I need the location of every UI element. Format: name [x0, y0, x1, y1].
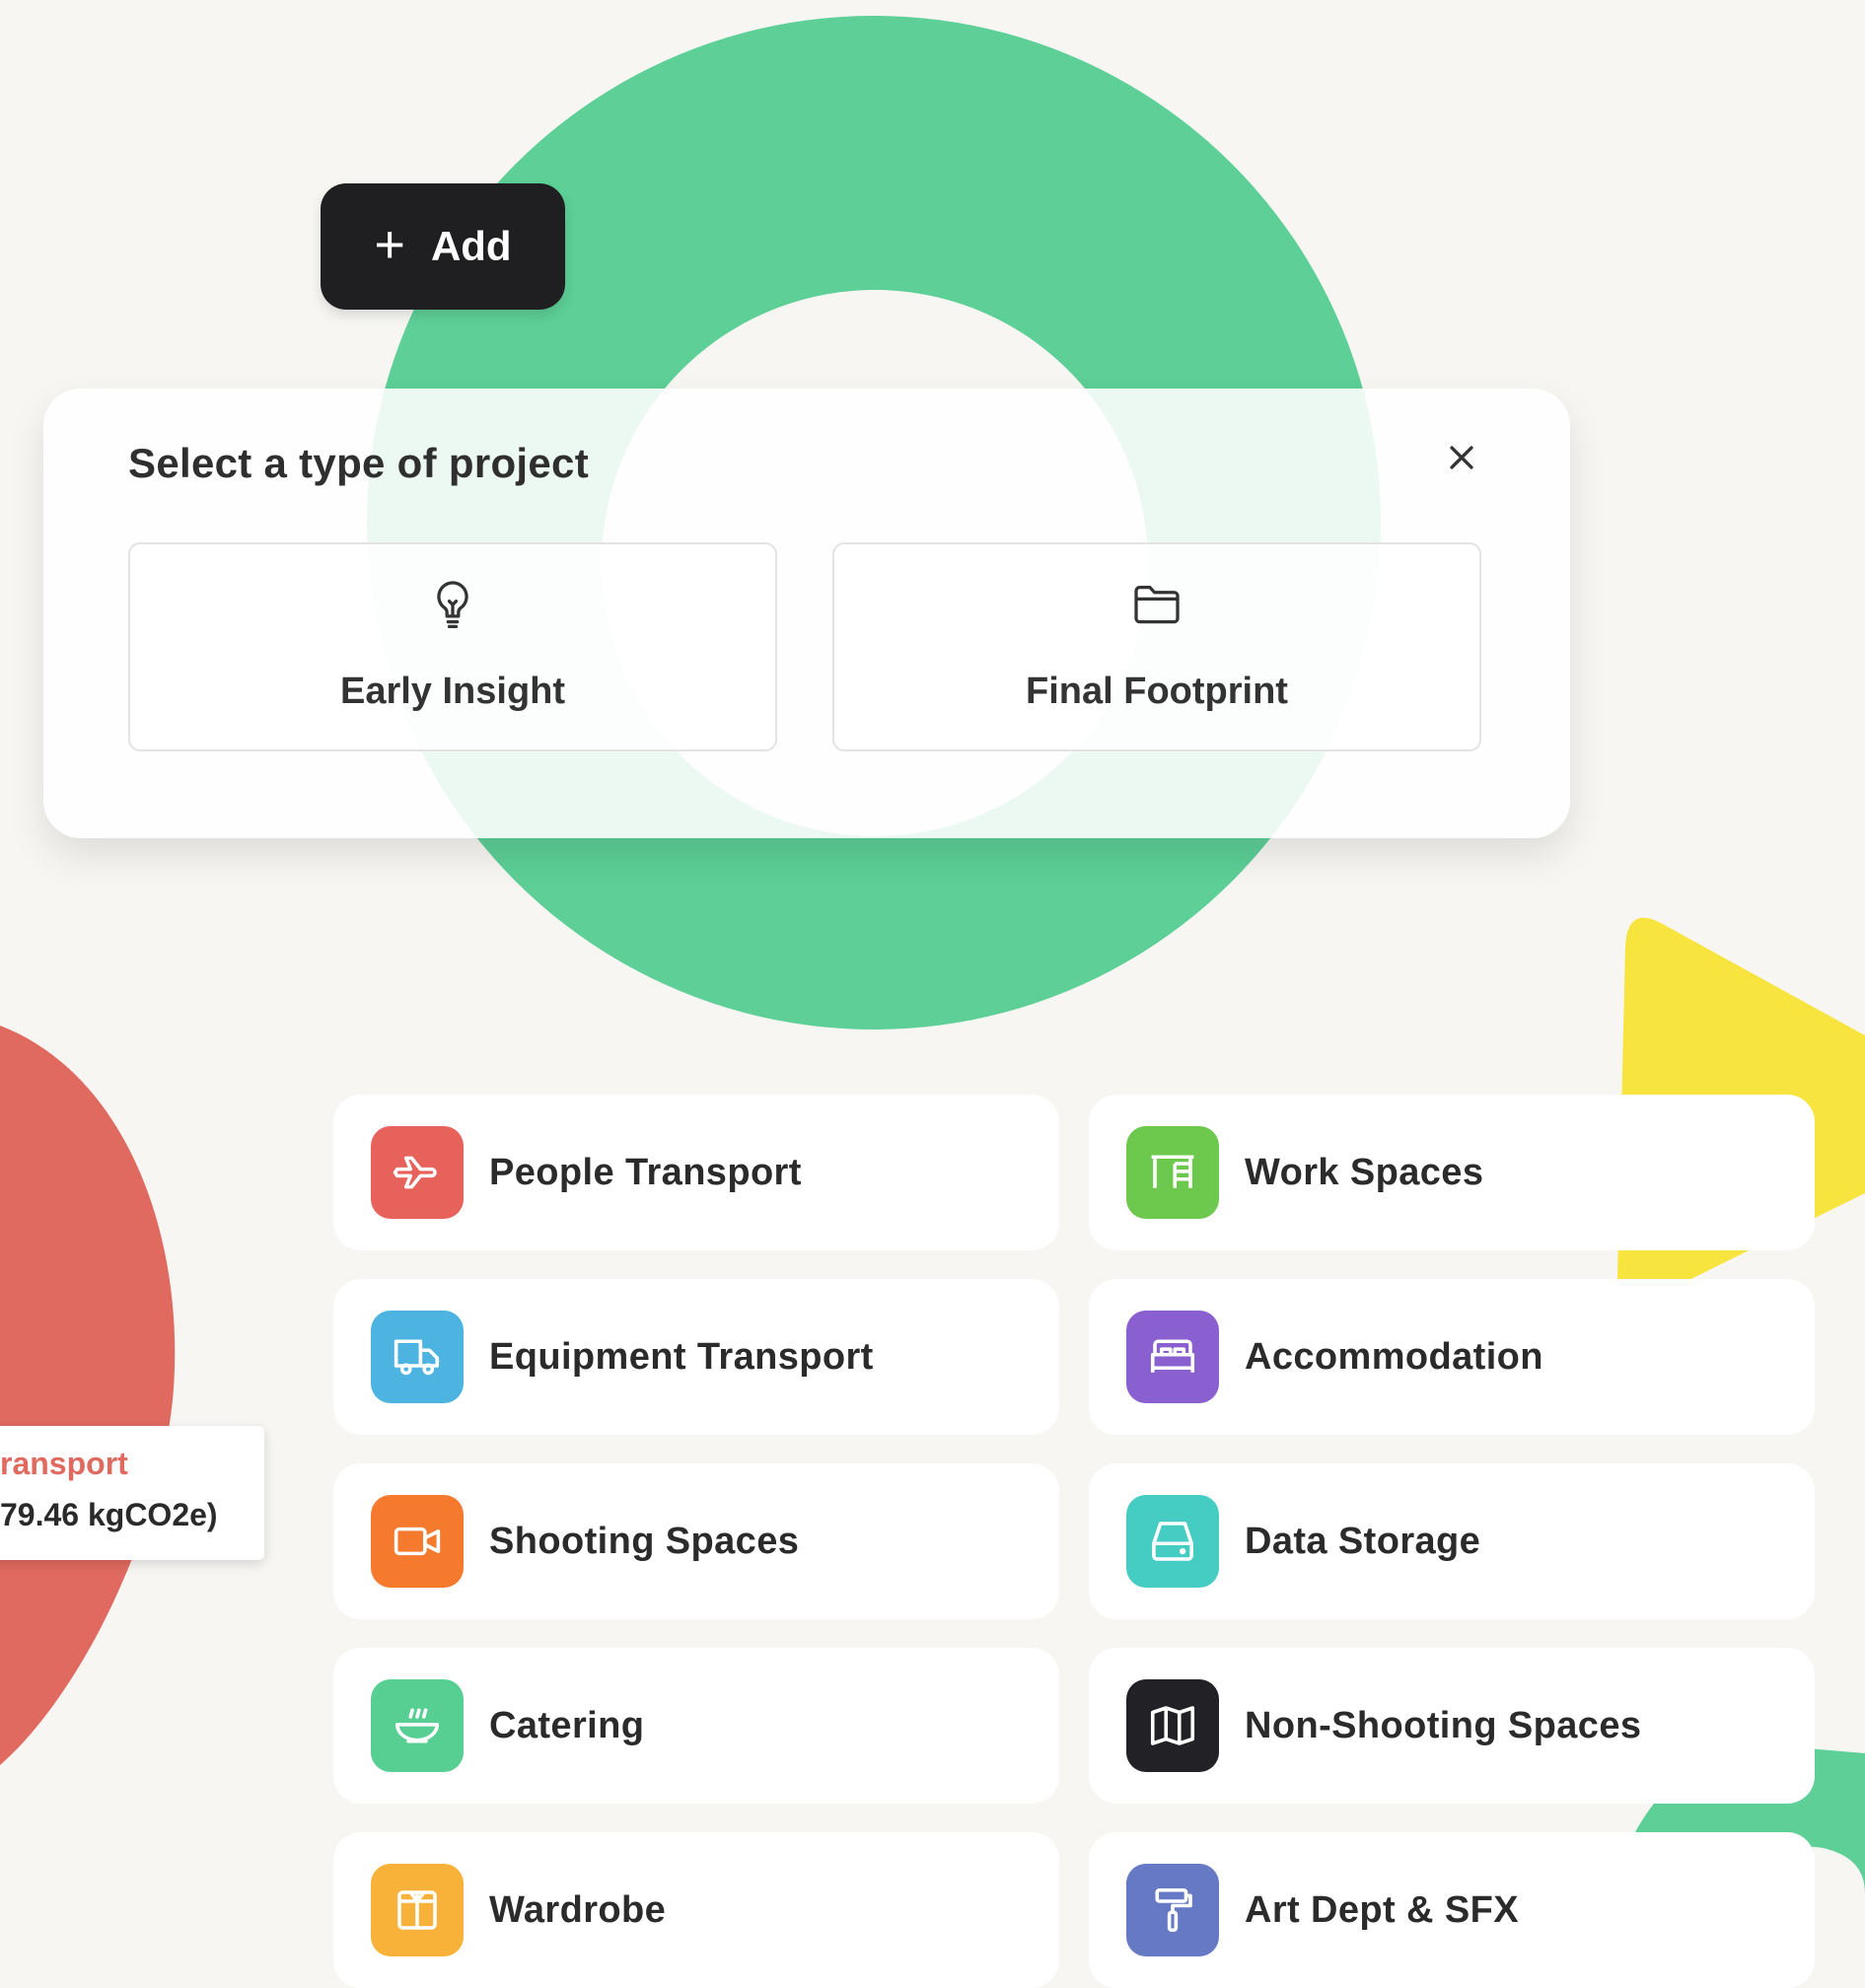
- red-pie-shape: [0, 1026, 176, 1765]
- category-label: People Transport: [489, 1152, 802, 1193]
- category-accommodation[interactable]: Accommodation: [1089, 1279, 1815, 1435]
- map-icon: [1126, 1679, 1219, 1772]
- lightbulb-icon: [437, 581, 468, 628]
- category-art-dept-sfx[interactable]: Art Dept & SFX: [1089, 1832, 1815, 1988]
- plus-icon: +: [374, 215, 405, 274]
- category-label: Work Spaces: [1245, 1152, 1484, 1193]
- category-label: Art Dept & SFX: [1245, 1889, 1519, 1931]
- category-wardrobe[interactable]: Wardrobe: [333, 1832, 1059, 1988]
- option-label: Early Insight: [339, 671, 566, 712]
- chart-tooltip: ransport 79.46 kgCO2e): [0, 1426, 264, 1560]
- category-label: Non-Shooting Spaces: [1245, 1705, 1642, 1746]
- category-catering[interactable]: Catering: [333, 1648, 1059, 1804]
- category-equipment-transport[interactable]: Equipment Transport: [333, 1279, 1059, 1435]
- category-label: Data Storage: [1245, 1521, 1481, 1562]
- paint-roller-icon: [1126, 1864, 1219, 1956]
- truck-icon: [371, 1311, 464, 1403]
- desk-icon: [1126, 1126, 1219, 1219]
- option-label: Final Footprint: [1026, 671, 1288, 712]
- hard-drive-icon: [1126, 1495, 1219, 1588]
- bed-icon: [1126, 1311, 1219, 1403]
- project-type-modal: Select a type of project Early Insight F…: [43, 389, 1570, 838]
- tooltip-value: 79.46 kgCO2e): [0, 1497, 218, 1532]
- category-data-storage[interactable]: Data Storage: [1089, 1463, 1815, 1619]
- add-button-label: Add: [430, 223, 512, 269]
- category-shooting-spaces[interactable]: Shooting Spaces: [333, 1463, 1059, 1619]
- category-non-shooting-spaces[interactable]: Non-Shooting Spaces: [1089, 1648, 1815, 1804]
- category-people-transport[interactable]: People Transport: [333, 1095, 1059, 1250]
- add-button[interactable]: + Add: [321, 183, 565, 310]
- category-work-spaces[interactable]: Work Spaces: [1089, 1095, 1815, 1250]
- tooltip-category: ransport: [0, 1446, 128, 1481]
- folder-icon: [1134, 586, 1180, 624]
- close-button[interactable]: [1434, 430, 1489, 485]
- close-icon: [1450, 446, 1473, 469]
- category-label: Accommodation: [1245, 1336, 1543, 1378]
- plane-icon: [371, 1126, 464, 1219]
- video-camera-icon: [371, 1495, 464, 1588]
- modal-title: Select a type of project: [128, 440, 590, 486]
- option-early-insight[interactable]: Early Insight: [128, 542, 777, 751]
- wardrobe-icon: [371, 1864, 464, 1956]
- category-label: Catering: [489, 1705, 645, 1746]
- bowl-icon: [371, 1679, 464, 1772]
- category-label: Shooting Spaces: [489, 1521, 800, 1562]
- category-label: Wardrobe: [489, 1889, 667, 1931]
- category-label: Equipment Transport: [489, 1336, 874, 1378]
- option-final-footprint[interactable]: Final Footprint: [832, 542, 1481, 751]
